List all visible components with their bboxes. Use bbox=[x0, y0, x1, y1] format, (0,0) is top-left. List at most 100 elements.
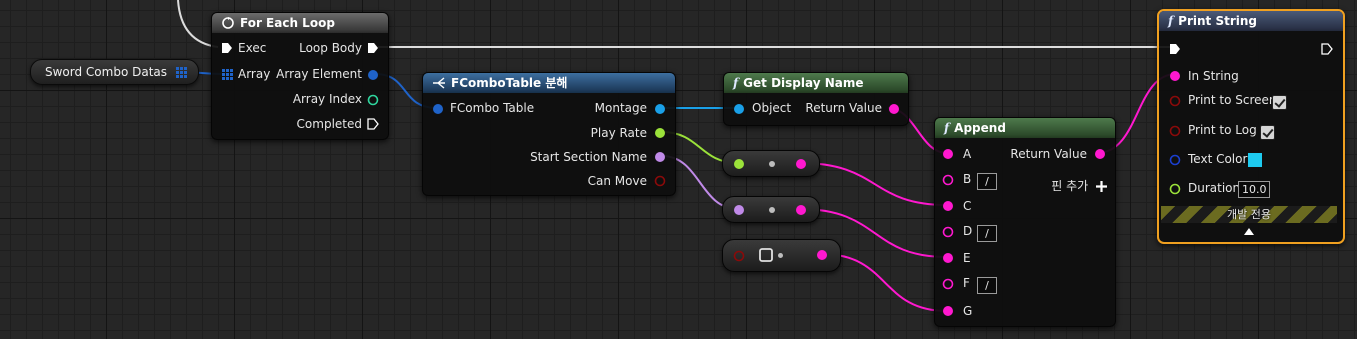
in-string-label: In String bbox=[1188, 69, 1239, 83]
duration-input[interactable]: 10.0 bbox=[1238, 181, 1270, 198]
expand-arrow-icon[interactable] bbox=[1244, 227, 1254, 235]
function-icon: f bbox=[944, 121, 950, 135]
play-rate-label: Play Rate bbox=[590, 126, 647, 140]
bool-to-string-conversion[interactable] bbox=[722, 239, 841, 272]
exec-label: Exec bbox=[238, 41, 267, 55]
display-return-pin[interactable] bbox=[888, 103, 900, 115]
print-string-node[interactable]: f Print String In String Print to Screen… bbox=[1157, 9, 1345, 244]
conversion-bool-in-pin[interactable] bbox=[733, 250, 745, 262]
for-each-loop-header[interactable]: For Each Loop bbox=[212, 13, 388, 33]
object-label: Object bbox=[752, 101, 792, 115]
break-combotable-header[interactable]: FComboTable 분해 bbox=[423, 73, 675, 93]
development-only-label: 개발 전용 bbox=[1227, 208, 1271, 221]
print-to-log-label: Print to Log bbox=[1188, 123, 1257, 137]
object-in-pin[interactable] bbox=[733, 103, 745, 115]
append-label-a: A bbox=[963, 147, 972, 161]
array-element-pin[interactable] bbox=[367, 69, 379, 81]
append-pin-g[interactable] bbox=[942, 305, 954, 317]
start-section-name-pin[interactable] bbox=[654, 151, 666, 163]
text-color-label: Text Color bbox=[1188, 152, 1248, 166]
break-struct-icon bbox=[433, 77, 445, 89]
print-to-log-pin[interactable] bbox=[1169, 125, 1181, 137]
completed-pin[interactable] bbox=[367, 118, 379, 130]
add-pin-label: 핀 추가 bbox=[1051, 179, 1089, 193]
append-pin-d[interactable] bbox=[942, 226, 954, 238]
get-display-name-header[interactable]: f Get Display Name bbox=[724, 73, 908, 93]
plus-icon bbox=[1096, 181, 1107, 192]
conversion-name-in-pin[interactable] bbox=[733, 204, 745, 216]
append-label-c: C bbox=[963, 199, 972, 213]
append-return-label: Return Value bbox=[1010, 147, 1087, 161]
conversion-string-out-pin[interactable] bbox=[795, 158, 807, 170]
loop-body-label: Loop Body bbox=[299, 41, 362, 55]
append-node[interactable]: f Append A B / C D / E F / G Return Valu… bbox=[934, 117, 1116, 327]
append-input-f[interactable]: / bbox=[977, 277, 997, 294]
append-pin-b[interactable] bbox=[942, 174, 954, 186]
add-pin-button[interactable]: 핀 추가 bbox=[1051, 177, 1107, 194]
print-to-screen-label: Print to Screen bbox=[1188, 93, 1277, 107]
array-index-pin[interactable] bbox=[367, 94, 379, 106]
text-color-swatch[interactable] bbox=[1248, 153, 1262, 167]
exec-in-pin[interactable] bbox=[221, 42, 233, 54]
array-element-label: Array Element bbox=[276, 67, 362, 81]
print-to-log-checkbox[interactable] bbox=[1260, 125, 1275, 140]
append-label-g: G bbox=[963, 304, 973, 318]
append-pin-c[interactable] bbox=[942, 200, 954, 212]
append-label-f: F bbox=[963, 276, 970, 290]
conversion-string-out-pin[interactable] bbox=[795, 204, 807, 216]
fcombo-table-label: FCombo Table bbox=[450, 101, 535, 115]
can-move-pin[interactable] bbox=[654, 175, 666, 187]
conversion-float-in-pin[interactable] bbox=[733, 158, 745, 170]
in-string-pin[interactable] bbox=[1169, 70, 1181, 82]
array-index-label: Array Index bbox=[292, 92, 362, 106]
name-to-string-conversion[interactable] bbox=[722, 196, 820, 223]
array-label: Array bbox=[238, 67, 271, 81]
wire-layer bbox=[165, 0, 1177, 312]
break-combotable-title: FComboTable 분해 bbox=[451, 76, 568, 90]
float-to-string-conversion[interactable] bbox=[722, 150, 820, 177]
duration-label: Duration bbox=[1188, 181, 1241, 195]
append-title: Append bbox=[954, 121, 1006, 135]
append-return-pin[interactable] bbox=[1094, 148, 1106, 160]
print-exec-in-pin[interactable] bbox=[1169, 43, 1181, 55]
conversion-dot-icon bbox=[778, 253, 783, 258]
for-each-loop-node[interactable]: For Each Loop Exec Array Loop Body Array… bbox=[211, 12, 389, 140]
for-each-loop-title: For Each Loop bbox=[240, 16, 335, 30]
append-label-b: B bbox=[963, 172, 972, 186]
get-display-name-title: Get Display Name bbox=[743, 76, 864, 90]
print-string-header[interactable]: f Print String bbox=[1159, 11, 1343, 31]
text-color-pin[interactable] bbox=[1169, 154, 1181, 166]
start-section-name-label: Start Section Name bbox=[530, 150, 647, 164]
print-to-screen-checkbox[interactable] bbox=[1272, 95, 1287, 110]
completed-label: Completed bbox=[296, 117, 362, 131]
montage-pin[interactable] bbox=[654, 103, 666, 115]
conversion-string-out-pin[interactable] bbox=[816, 249, 828, 261]
print-to-screen-pin[interactable] bbox=[1169, 95, 1181, 107]
sword-combo-datas-variable[interactable]: Sword Combo Datas bbox=[30, 59, 199, 85]
get-display-name-node[interactable]: f Get Display Name Object Return Value bbox=[723, 72, 909, 126]
conversion-dot-icon bbox=[769, 161, 775, 167]
checkbox-outline-icon bbox=[759, 248, 773, 262]
display-return-label: Return Value bbox=[805, 101, 882, 115]
variable-label: Sword Combo Datas bbox=[45, 65, 168, 79]
append-header[interactable]: f Append bbox=[935, 118, 1115, 138]
append-pin-e[interactable] bbox=[942, 252, 954, 264]
append-input-d[interactable]: / bbox=[977, 225, 997, 242]
array-pin-icon[interactable] bbox=[175, 66, 188, 79]
function-icon: f bbox=[1168, 14, 1174, 28]
play-rate-pin[interactable] bbox=[654, 127, 666, 139]
append-input-b[interactable]: / bbox=[977, 173, 997, 190]
print-exec-out-pin[interactable] bbox=[1321, 43, 1333, 55]
array-in-pin[interactable] bbox=[222, 69, 233, 80]
duration-pin[interactable] bbox=[1169, 183, 1181, 195]
break-combotable-node[interactable]: FComboTable 분해 FCombo Table Montage Play… bbox=[422, 72, 676, 196]
append-label-d: D bbox=[963, 224, 973, 238]
conversion-dot-icon bbox=[769, 207, 775, 213]
fcombo-table-in-pin[interactable] bbox=[432, 103, 444, 115]
append-pin-a[interactable] bbox=[942, 148, 954, 160]
append-pin-f[interactable] bbox=[942, 278, 954, 290]
montage-label: Montage bbox=[594, 101, 647, 115]
loop-body-pin[interactable] bbox=[367, 42, 379, 54]
development-only-banner: 개발 전용 bbox=[1161, 206, 1337, 223]
append-label-e: E bbox=[963, 251, 971, 265]
